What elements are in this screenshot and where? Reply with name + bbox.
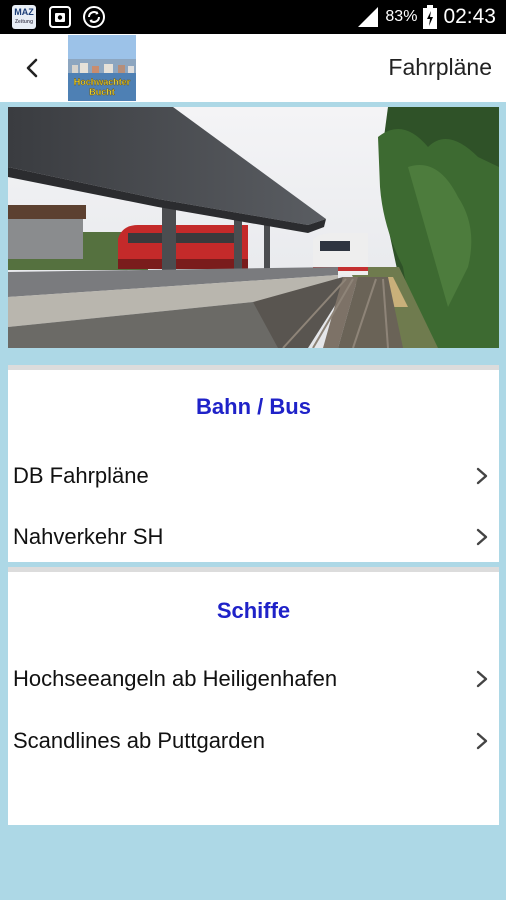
list-item-label: Hochseeangeln ab Heiligenhafen <box>13 666 338 691</box>
list-item-hochseeangeln[interactable]: Hochseeangeln ab Heiligenhafen <box>8 652 499 708</box>
clock: 02:43 <box>443 5 496 28</box>
chevron-right-icon <box>476 670 488 688</box>
section-heading: Schiffe <box>216 598 291 623</box>
status-bar: MAZ Zeitung 83% 02:43 <box>0 0 506 34</box>
signal-icon <box>358 7 379 27</box>
list-item-scandlines[interactable]: Scandlines ab Puttgarden <box>8 714 499 770</box>
section-heading: Bahn / Bus <box>196 394 311 419</box>
list-item-label: Scandlines ab Puttgarden <box>13 728 265 753</box>
battery-icon <box>423 5 438 29</box>
back-arrow-icon[interactable] <box>18 54 46 82</box>
chevron-right-icon <box>476 732 488 750</box>
screenshot-icon <box>49 6 71 28</box>
section-card-schiffe: Schiffe Hochseeangeln ab Heiligenhafen S… <box>8 567 499 825</box>
logo-text-line1: Hochwachter <box>74 77 131 87</box>
sync-icon <box>83 6 105 28</box>
chevron-right-icon <box>476 528 488 546</box>
maz-app-icon: MAZ Zeitung <box>12 5 36 29</box>
station-photo <box>8 107 499 348</box>
logo-text-line2: Bucht <box>89 87 115 97</box>
list-item-nahverkehr-sh[interactable]: Nahverkehr SH <box>8 510 499 566</box>
maz-badge-subtext: Zeitung <box>14 19 34 25</box>
page-title: Fahrpläne <box>388 54 492 80</box>
list-item-db-fahrplaene[interactable]: DB Fahrpläne <box>8 449 499 505</box>
section-card-bahn-bus: Bahn / Bus DB Fahrpläne Nahverkehr SH <box>8 365 499 562</box>
chevron-right-icon <box>476 467 488 485</box>
maz-badge-text: MAZ <box>14 7 34 17</box>
list-item-label: DB Fahrpläne <box>13 463 149 488</box>
battery-percent: 83% <box>385 8 418 25</box>
app-logo: Hochwachter Bucht <box>68 35 136 101</box>
list-item-label: Nahverkehr SH <box>13 524 164 549</box>
